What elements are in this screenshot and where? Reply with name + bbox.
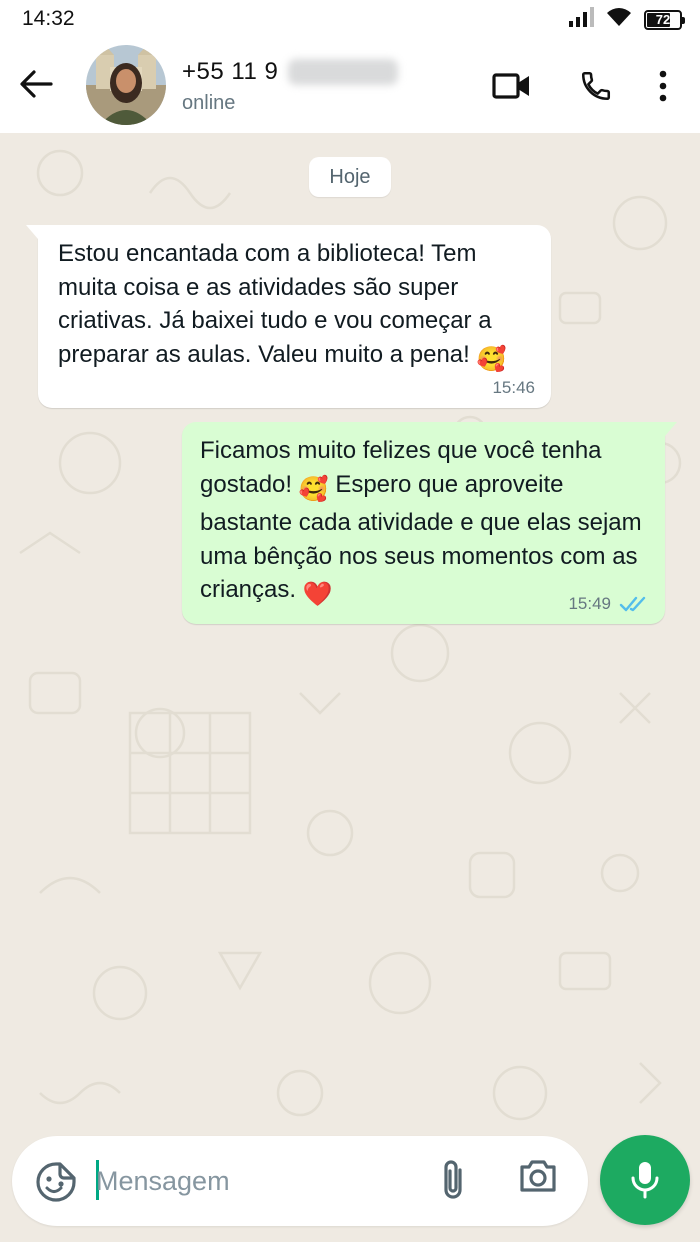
redacted-number: [288, 59, 398, 85]
message-text: Ficamos muito felizes que você tenha gos…: [200, 434, 651, 612]
more-vert-icon: [659, 70, 667, 102]
outgoing-message[interactable]: Ficamos muito felizes que você tenha gos…: [182, 422, 677, 624]
smiling-face-hearts-emoji: 🥰: [476, 345, 507, 373]
message-meta: 15:46: [492, 378, 535, 398]
camera-icon: [520, 1160, 556, 1192]
voice-message-button[interactable]: [600, 1135, 690, 1225]
sticker-button[interactable]: [34, 1160, 78, 1204]
more-options-button[interactable]: [641, 64, 685, 108]
camera-button[interactable]: [518, 1158, 568, 1204]
message-text: Estou encantada com a biblioteca! Tem mu…: [58, 237, 535, 376]
phone-call-icon: [581, 71, 611, 101]
status-bar: 14:32 72: [0, 0, 700, 38]
message-time: 15:49: [568, 594, 611, 613]
attach-icon: [444, 1160, 462, 1199]
contact-status: online: [182, 92, 236, 114]
chat-header: +55 11 9 online: [0, 38, 700, 133]
signal-icon: [568, 7, 594, 32]
wifi-icon: [606, 7, 632, 32]
incoming-message[interactable]: Estou encantada com a biblioteca! Tem mu…: [26, 225, 551, 408]
status-time: 14:32: [22, 7, 75, 30]
message-meta: 15:49: [568, 594, 649, 614]
avatar[interactable]: [86, 45, 166, 125]
mic-icon: [631, 1162, 659, 1199]
message-time: 15:46: [492, 378, 535, 397]
voice-call-button[interactable]: [574, 64, 618, 108]
double-check-read-icon: [619, 596, 646, 612]
sticker-icon: [36, 1162, 76, 1202]
message-composer: [12, 1136, 588, 1226]
contact-name[interactable]: +55 11 9: [182, 58, 278, 86]
video-call-button[interactable]: [490, 64, 534, 108]
red-heart-emoji: ❤️: [302, 581, 333, 608]
battery-icon: 72: [644, 9, 685, 30]
back-arrow-icon: [20, 70, 53, 98]
back-button[interactable]: [16, 64, 56, 104]
message-input[interactable]: [96, 1158, 416, 1204]
battery-level: 72: [655, 11, 671, 27]
attach-button[interactable]: [438, 1158, 482, 1204]
smiling-face-hearts-emoji: 🥰: [298, 475, 329, 503]
date-divider: Hoje: [309, 157, 391, 197]
video-call-icon: [492, 73, 529, 99]
